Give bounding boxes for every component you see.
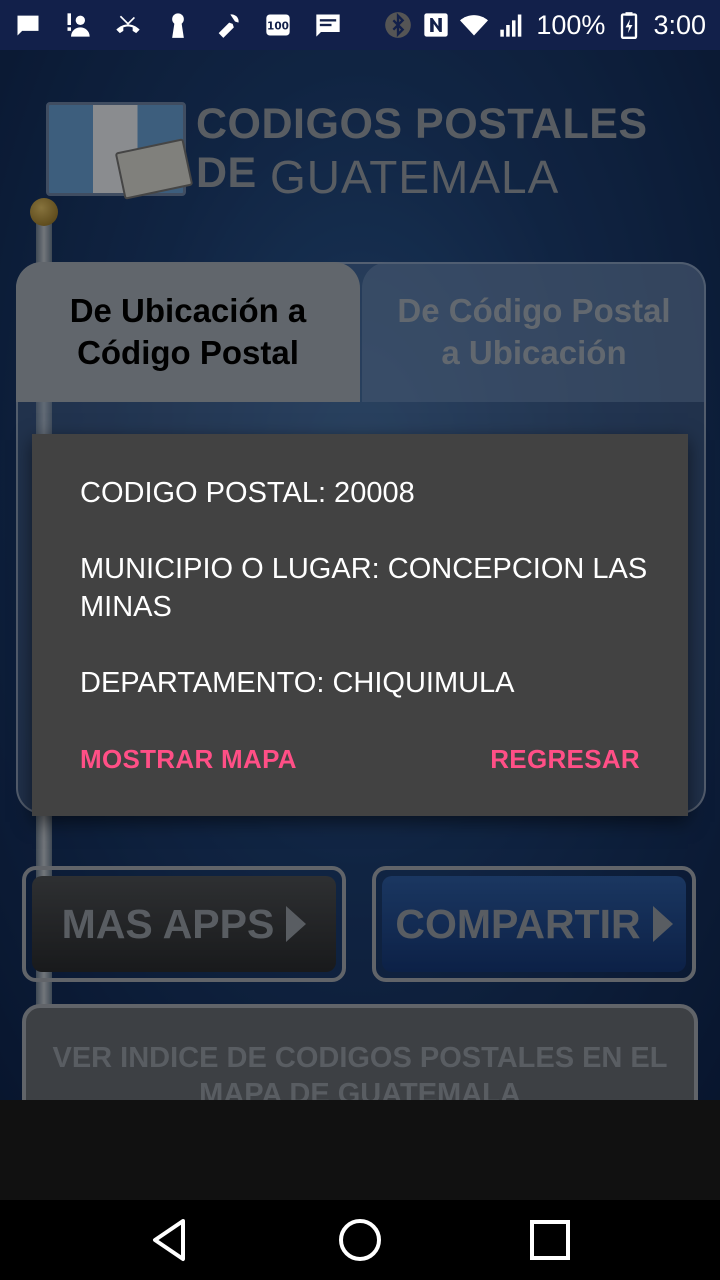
message-icon [314, 11, 342, 39]
battery-icon [615, 11, 643, 39]
chat-bubble-icon [14, 11, 42, 39]
wrench-icon [214, 11, 242, 39]
home-icon [339, 1219, 381, 1261]
nav-recents-button[interactable] [500, 1200, 600, 1280]
wifi-icon [460, 11, 489, 39]
battery-percent: 100% [536, 9, 606, 40]
nav-home-button[interactable] [310, 1200, 410, 1280]
result-dialog: CODIGO POSTAL: 20008 MUNICIPIO O LUGAR: … [32, 434, 688, 816]
missed-call-icon [114, 11, 142, 39]
navigation-bar [0, 1200, 720, 1280]
show-map-button[interactable]: MOSTRAR MAPA [80, 744, 297, 775]
alert-person-icon [64, 11, 92, 39]
municipality-text: MUNICIPIO O LUGAR: CONCEPCION LAS MINAS [80, 553, 648, 623]
nav-back-button[interactable] [120, 1200, 220, 1280]
signal-icon [498, 11, 526, 39]
keyhole-icon [164, 11, 192, 39]
svg-text:100: 100 [267, 21, 289, 33]
status-bar: 100 100% 3:00 [0, 0, 720, 50]
badge-100-icon: 100 [264, 11, 292, 39]
bluetooth-icon [384, 11, 412, 39]
back-icon [153, 1219, 185, 1261]
recents-icon [530, 1220, 570, 1260]
clock: 3:00 [653, 9, 706, 40]
back-button[interactable]: REGRESAR [490, 744, 640, 775]
nfc-icon [422, 11, 450, 39]
postal-code-text: CODIGO POSTAL: 20008 [80, 477, 415, 509]
ad-banner-area [0, 1100, 720, 1200]
department-text: DEPARTAMENTO: CHIQUIMULA [80, 667, 515, 699]
